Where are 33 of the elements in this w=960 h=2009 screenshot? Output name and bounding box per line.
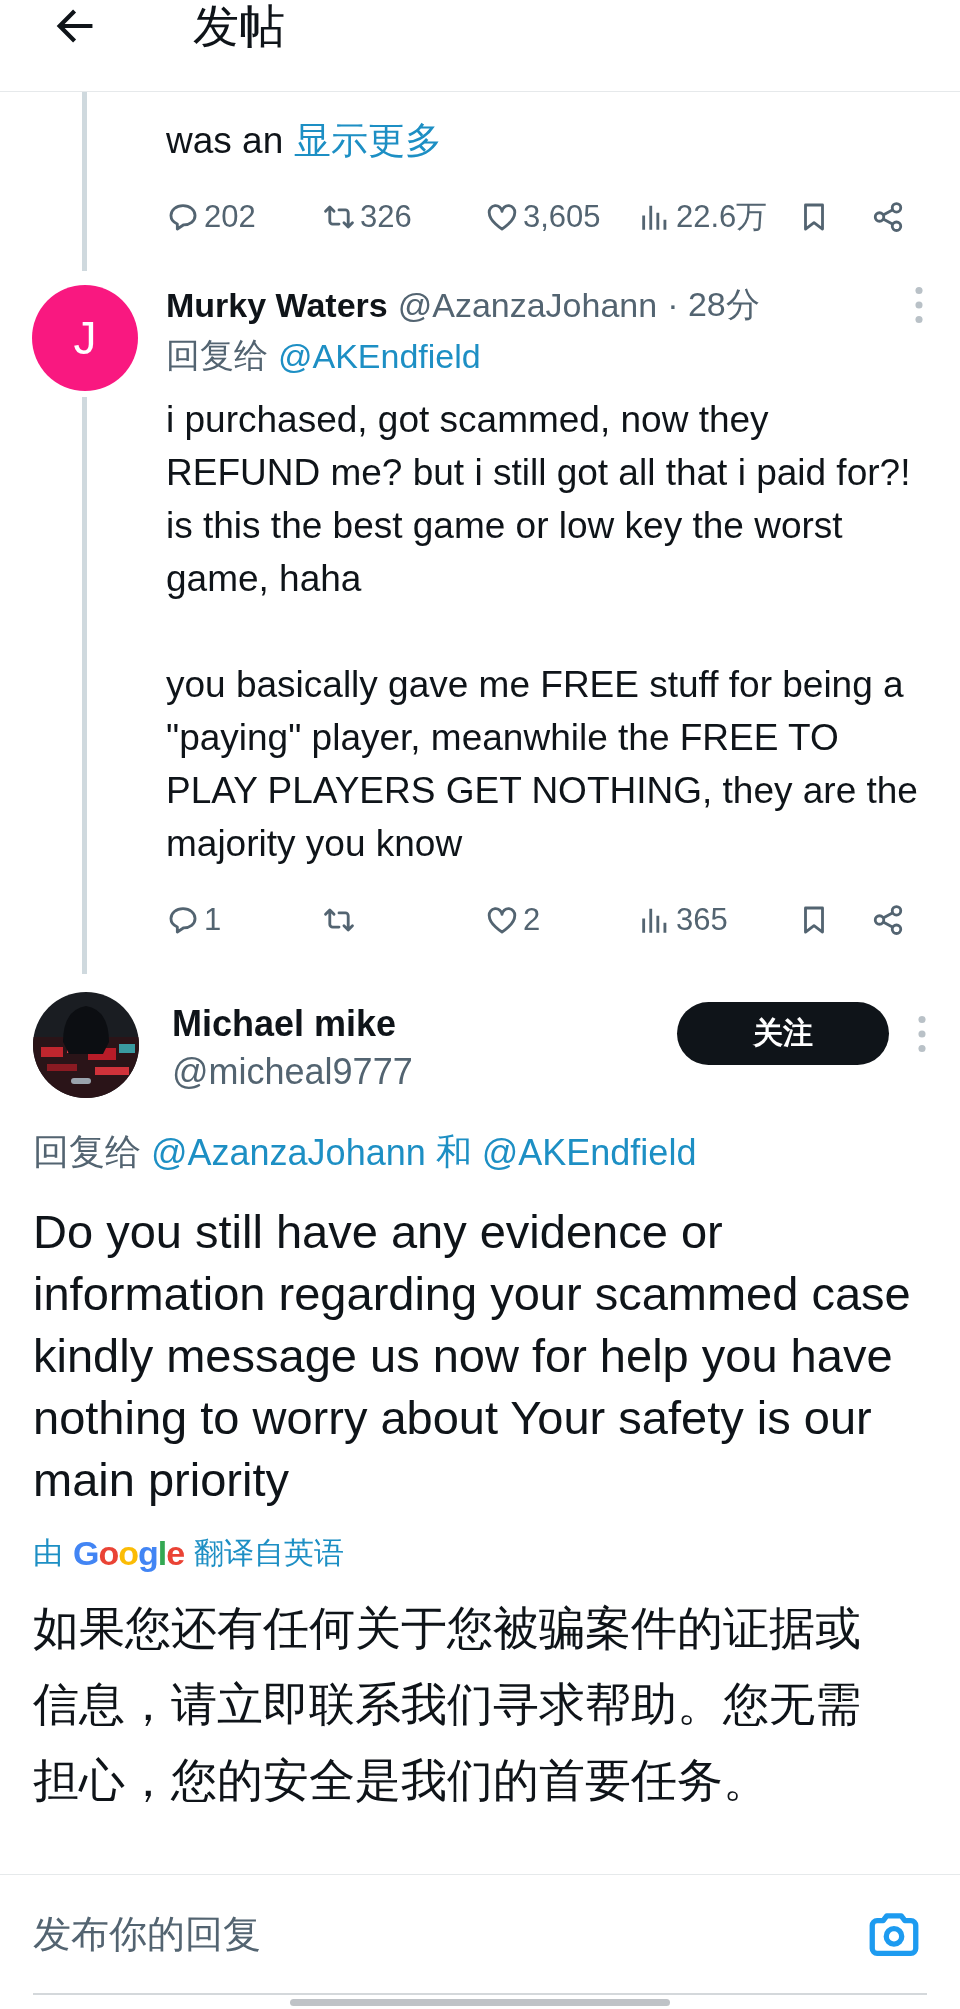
reply-text: you basically gave me FREE stuff for being a "paying" player, meanwhile the FREE TO PLAY PLAYERS GET NOTHING, they are the majority you know: [166, 663, 919, 866]
show-more-link[interactable]: 显示更多: [293, 120, 442, 161]
reply-to-label: 回复给: [166, 335, 268, 376]
reply-input[interactable]: 发布你的回复: [33, 1912, 865, 1956]
post-text: Do you still have any evidence or information regarding your scammed case kindly message us now for help you have nothing to worry about Your safety is our main priority: [33, 1204, 912, 1508]
translated-by-label: 由: [33, 1535, 63, 1571]
mention-link[interactable]: @AzanzaJohann: [151, 1131, 426, 1174]
count: 326: [360, 199, 412, 235]
share-icon[interactable]: [871, 903, 905, 937]
count: 3,605: [523, 199, 601, 235]
count: 2: [523, 902, 541, 938]
count: 1: [204, 902, 222, 938]
page-title: 发帖: [193, 0, 285, 53]
translation-label[interactable]: 翻译自英语: [194, 1533, 345, 1574]
user-handle: @micheal9777: [172, 1050, 413, 1094]
post-text: was an 显示更多: [166, 119, 443, 163]
mention-link[interactable]: @AKEndfield: [278, 336, 481, 376]
reply-to-label: 回复给: [33, 1130, 141, 1174]
translated-text: 如果您还有任何关于您被骗案件的证据或信息，请立即联系我们寻求帮助。您无需担心，您的安全是我们的首要任务。: [33, 1601, 862, 1808]
user-name[interactable]: Murky Waters: [166, 285, 388, 325]
follow-button[interactable]: 关注: [677, 1002, 889, 1065]
mention-link[interactable]: @AKEndfield: [481, 1131, 697, 1174]
user-handle: @AzanzaJohann: [397, 285, 658, 325]
avatar[interactable]: J: [32, 285, 138, 391]
count: 365: [676, 902, 728, 938]
google-logo: Google: [73, 1534, 185, 1573]
share-icon[interactable]: [871, 200, 905, 234]
count: 22.6万: [676, 198, 768, 236]
post-time: · 28分: [667, 284, 760, 325]
reply-text: i purchased, got scammed, now they REFUND me? but i still got all that i paid for?! is this the best game or low key the worst game, haha: [166, 398, 912, 601]
user-name[interactable]: Michael mike: [172, 1000, 413, 1048]
conjunction: 和: [435, 1130, 472, 1174]
count: 202: [204, 199, 256, 235]
